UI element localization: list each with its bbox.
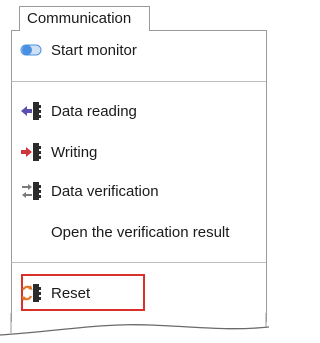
data-reading-label: Data reading	[51, 102, 137, 120]
read-arrow-icon	[20, 100, 42, 122]
data-reading-item[interactable]: Data reading	[20, 98, 137, 124]
tab-label: Communication	[27, 10, 132, 27]
tab-communication[interactable]: Communication	[19, 6, 150, 31]
write-arrow-icon	[20, 141, 42, 163]
writing-item[interactable]: Writing	[20, 139, 97, 165]
menu-separator	[11, 81, 266, 82]
open-verification-result-item[interactable]: Open the verification result	[20, 219, 229, 245]
reset-label: Reset	[51, 284, 91, 302]
data-verification-item[interactable]: Data verification	[20, 178, 159, 204]
reset-item[interactable]: Reset	[20, 280, 90, 306]
reset-icon	[20, 282, 42, 304]
start-monitor-item[interactable]: Start monitor	[20, 37, 137, 63]
data-verification-label: Data verification	[51, 182, 159, 200]
toggle-switch-icon	[20, 39, 42, 61]
verify-icon	[20, 180, 42, 202]
start-monitor-label: Start monitor	[51, 41, 137, 59]
menu-separator	[11, 262, 266, 263]
torn-edge-divider	[0, 313, 269, 343]
writing-label: Writing	[51, 143, 98, 161]
open-verification-result-label: Open the verification result	[51, 223, 230, 241]
